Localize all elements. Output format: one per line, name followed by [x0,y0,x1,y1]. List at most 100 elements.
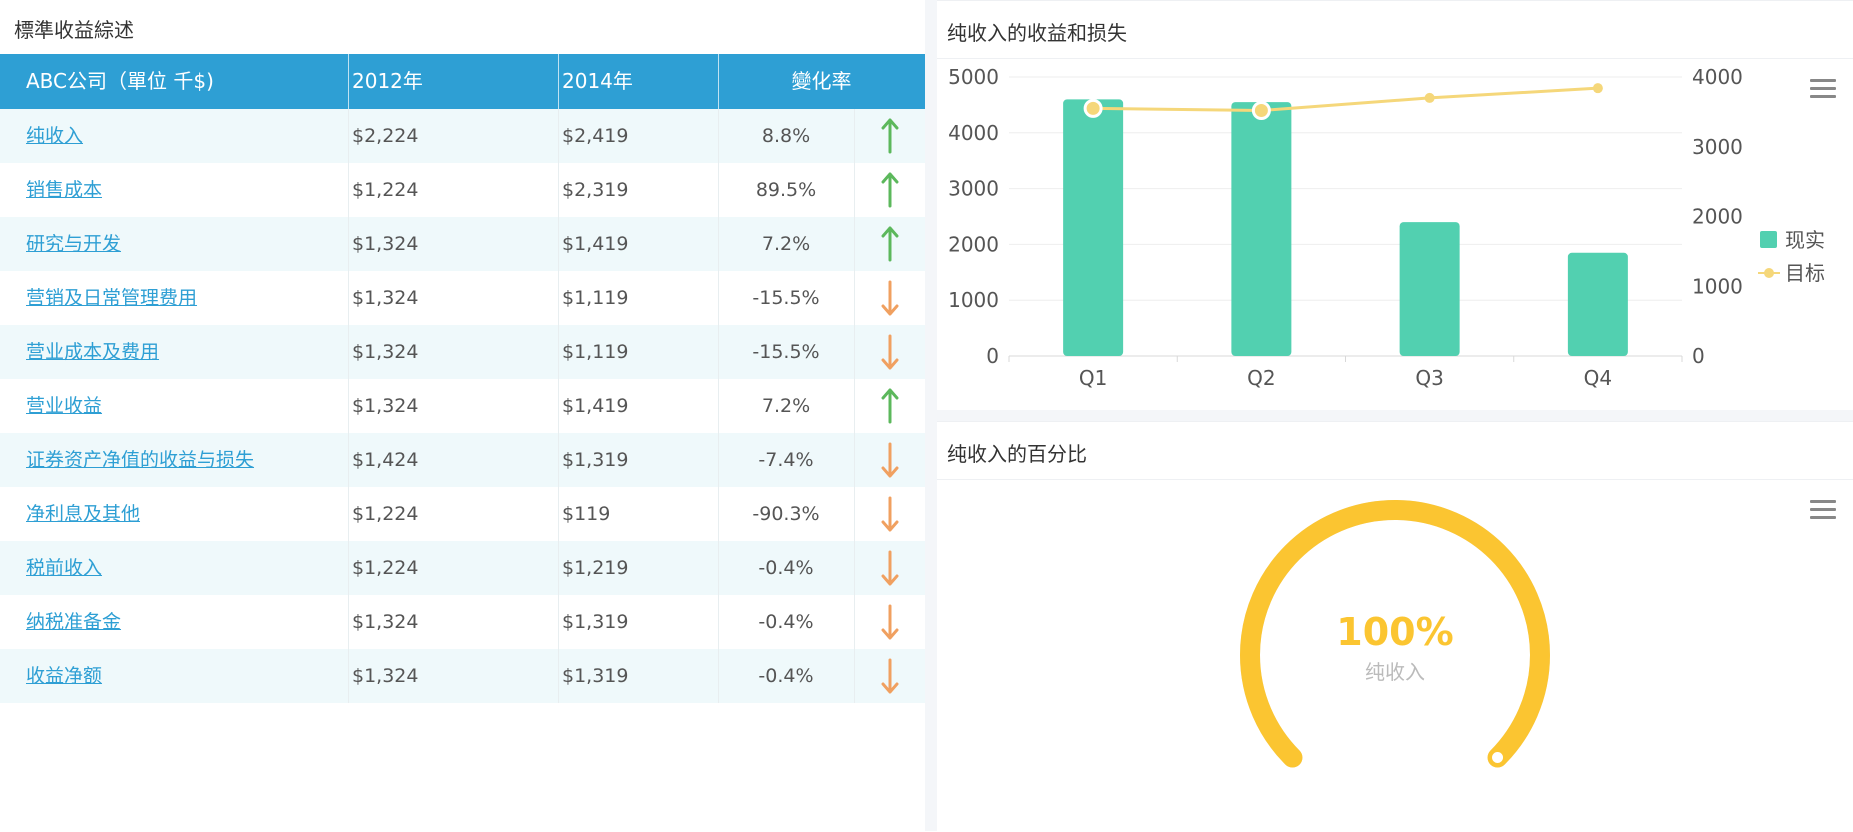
cell-divider [718,163,719,217]
arrow-up-icon [881,226,899,262]
change-rate: -15.5% [752,341,820,363]
series-line [1093,86,1598,112]
change-rate: -0.4% [758,665,814,687]
table-row: 营业成本及费用 $1,324 $1,119 -15.5% [0,325,925,379]
cell-divider [718,379,719,433]
cell-divider [854,649,855,703]
gauge-label: 纯收入 [1365,660,1425,684]
row-name-link[interactable]: 营业收益 [26,379,102,433]
cell-divider [854,433,855,487]
row-name-link[interactable]: 纯收入 [26,109,83,163]
change-rate: -0.4% [758,611,814,633]
arrow-up-icon [881,118,899,154]
line-point [1592,83,1603,94]
table-row: 营业收益 $1,324 $1,419 7.2% [0,379,925,433]
value-2014: $1,119 [562,341,629,363]
cell-divider [558,541,559,595]
cell-divider [854,595,855,649]
row-name-link[interactable]: 销售成本 [26,163,102,217]
cell-divider [348,595,349,649]
cell-divider [854,163,855,217]
table-row: 销售成本 $1,224 $2,319 89.5% [0,163,925,217]
y-left-tick-label: 2000 [948,232,999,256]
table-row: 税前收入 $1,224 $1,219 -0.4% [0,541,925,595]
row-name-link[interactable]: 证券资产净值的收益与损失 [26,433,254,487]
cell-divider [348,649,349,703]
y-right-tick-label: 0 [1692,344,1705,368]
cell-divider [348,271,349,325]
x-tick-label: Q1 [1079,366,1107,390]
line-point [1424,92,1435,103]
header-company: ABC公司（單位 千$) [26,69,214,93]
header-divider [558,54,559,109]
y-left-tick-label: 1000 [948,288,999,312]
gauge-chart: 100% 纯收入 [1240,500,1550,768]
row-name-link[interactable]: 研究与开发 [26,217,121,271]
legend-label: 现实 [1785,228,1825,252]
row-name-link[interactable]: 净利息及其他 [26,487,140,541]
cell-divider [854,271,855,325]
y-left-tick-label: 3000 [948,177,999,201]
value-2014: $1,319 [562,449,629,471]
value-2012: $1,324 [352,233,419,255]
change-rate: 89.5% [755,179,817,201]
value-2012: $2,224 [352,125,419,147]
change-rate: 7.2% [761,233,811,255]
table-row: 研究与开发 $1,324 $1,419 7.2% [0,217,925,271]
cell-divider [718,109,719,163]
cell-divider [558,325,559,379]
table-row: 证券资产净值的收益与损失 $1,424 $1,319 -7.4% [0,433,925,487]
gauge-end-marker [1489,749,1507,767]
table-row: 收益净额 $1,324 $1,319 -0.4% [0,649,925,703]
line-point [1083,98,1103,118]
header-2012: 2012年 [352,69,423,93]
cell-divider [348,541,349,595]
legend-label: 目标 [1785,261,1825,285]
row-name-link[interactable]: 纳税准备金 [26,595,121,649]
table-row: 纳税准备金 $1,324 $1,319 -0.4% [0,595,925,649]
cell-divider [348,379,349,433]
legend-swatch-point [1764,268,1774,278]
y-right-tick-label: 1000 [1692,274,1743,298]
cell-divider [854,487,855,541]
legend-swatch-bar [1760,231,1777,248]
cell-divider [558,379,559,433]
table-row: 纯收入 $2,224 $2,419 8.8% [0,109,925,163]
header-divider [348,54,349,109]
change-rate: -15.5% [752,287,820,309]
cell-divider [718,541,719,595]
cell-divider [854,109,855,163]
cell-divider [718,433,719,487]
value-2014: $1,119 [562,287,629,309]
y-right-tick-label: 4000 [1692,65,1743,89]
row-name-link[interactable]: 收益净额 [26,649,102,703]
value-2014: $1,419 [562,233,629,255]
y-left-tick-label: 0 [986,344,999,368]
value-2012: $1,324 [352,395,419,417]
y-left-tick-label: 5000 [948,65,999,89]
cell-divider [348,487,349,541]
row-name-link[interactable]: 营销及日常管理费用 [26,271,197,325]
arrow-up-icon [881,172,899,208]
income-chart-panel: 纯收入的收益和损失 0 1000 2000 3000 4000 5000 0 1000 2000… [937,0,1853,411]
cell-divider [348,217,349,271]
y-left-tick-label: 4000 [948,121,999,145]
value-2014: $1,319 [562,665,629,687]
panel-gap [937,410,1853,421]
change-rate: 7.2% [761,395,811,417]
y-right-tick-label: 3000 [1692,135,1743,159]
cell-divider [558,595,559,649]
arrow-down-icon [881,496,899,532]
row-name-link[interactable]: 税前收入 [26,541,102,595]
change-rate: -7.4% [758,449,814,471]
value-2014: $2,419 [562,125,629,147]
percentage-panel: 纯收入的百分比 100% 纯收入 [937,421,1853,832]
bar [1567,252,1628,356]
cell-divider [558,217,559,271]
panel-divider [925,0,937,831]
value-2014: $119 [562,503,611,525]
row-name-link[interactable]: 营业成本及费用 [26,325,159,379]
combo-chart: 0 1000 2000 3000 4000 5000 0 1000 2000 3000 4000 Q1… [948,65,1825,390]
cell-divider [718,217,719,271]
panel-title: 標準收益綜述 [14,18,134,42]
